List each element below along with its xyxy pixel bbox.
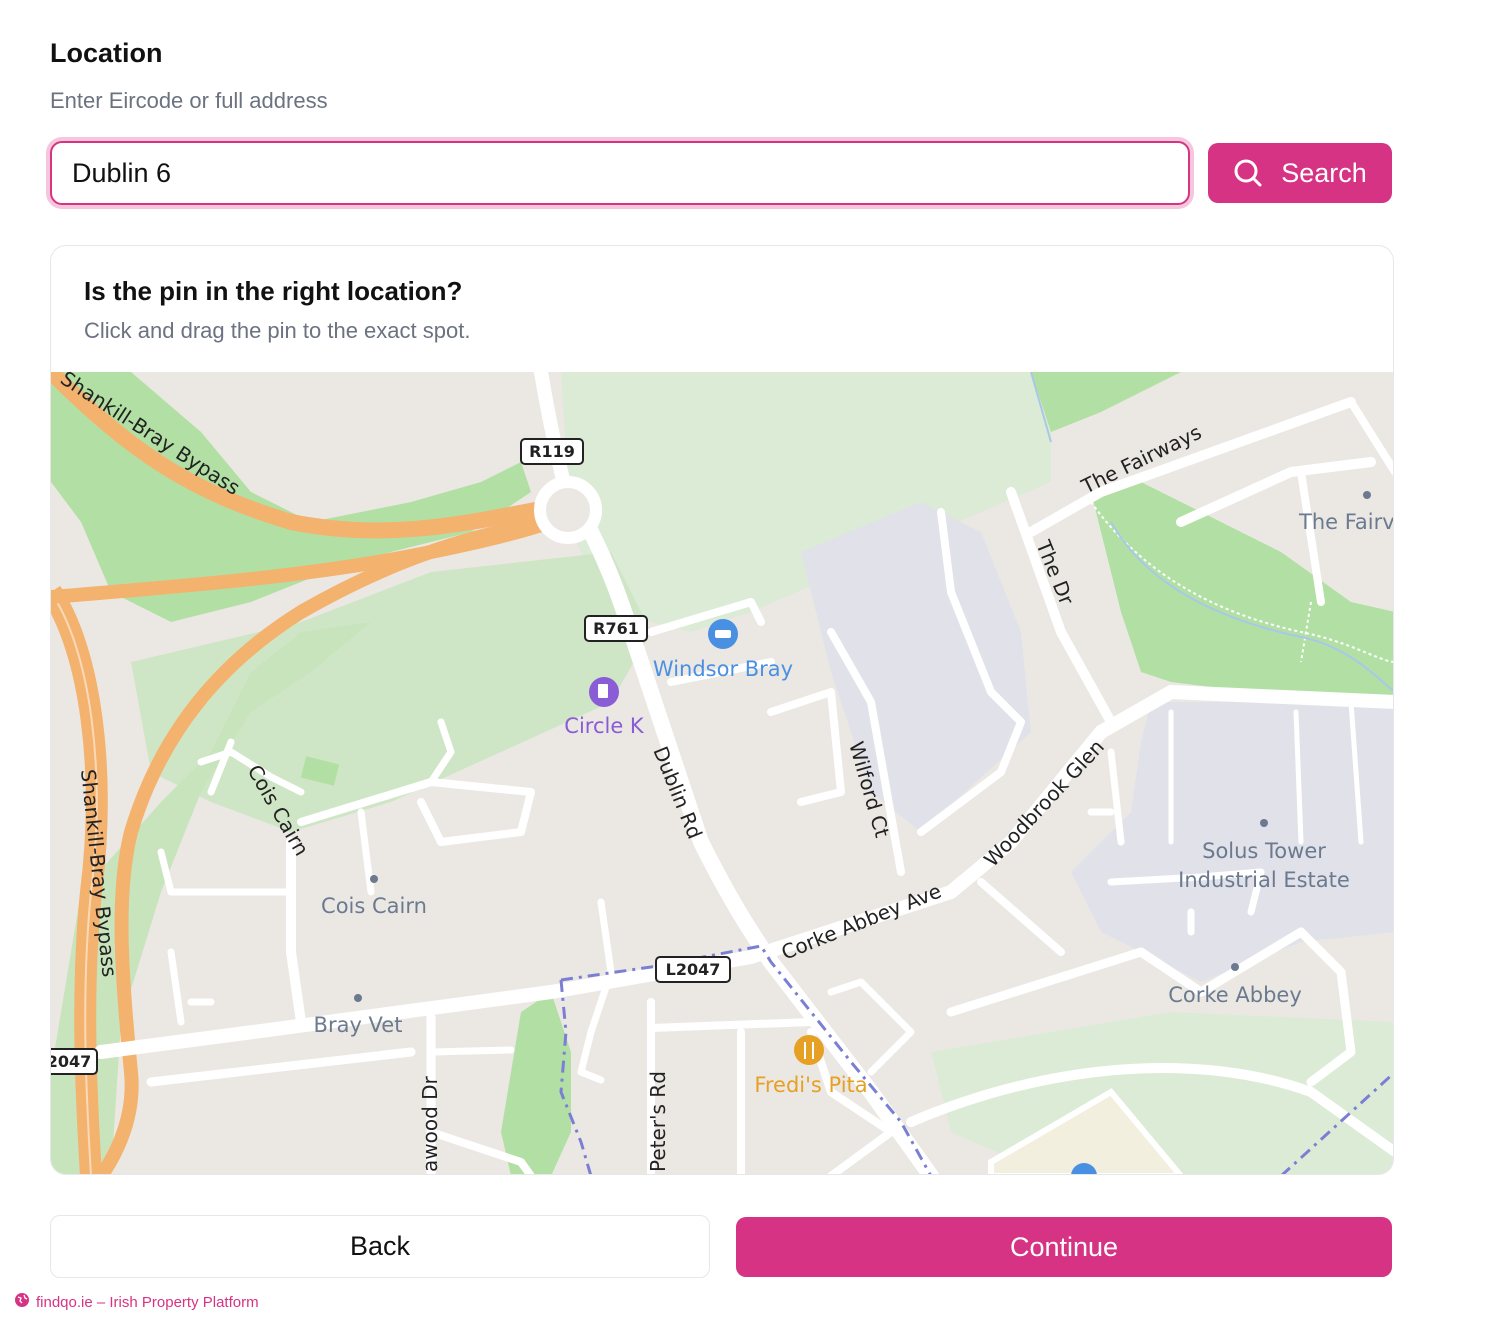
location-title: Location — [50, 38, 163, 68]
place-the-fairways: The Fairv — [1298, 510, 1394, 534]
place-dot — [1260, 819, 1268, 827]
place-cois-cairn: Cois Cairn — [321, 894, 427, 918]
globe-icon — [14, 1292, 30, 1312]
footer: findqo.ie – Irish Property Platform — [14, 1292, 259, 1312]
road-label-peters-rd: Peter's Rd — [646, 1071, 670, 1172]
search-button-label: Search — [1281, 157, 1367, 188]
continue-button[interactable]: Continue — [736, 1217, 1392, 1277]
place-solus-tower-line1: Solus Tower — [1202, 839, 1326, 863]
place-dot — [370, 875, 378, 883]
poi-fredis-pita-label: Fredi's Pita — [754, 1073, 867, 1097]
place-bray-vet: Bray Vet — [314, 1013, 403, 1037]
footer-link[interactable]: findqo.ie – Irish Property Platform — [36, 1294, 259, 1311]
poi-circle-k-label: Circle K — [564, 714, 645, 738]
search-input-focus-ring — [46, 137, 1194, 209]
restaurant-icon — [794, 1035, 824, 1065]
route-badge-l2047-left-label: 2047 — [51, 1052, 91, 1071]
search-button[interactable]: Search — [1208, 143, 1392, 203]
place-dot — [1363, 491, 1371, 499]
place-dot — [354, 994, 362, 1002]
place-corke-abbey: Corke Abbey — [1168, 983, 1302, 1007]
map-card-subtitle: Click and drag the pin to the exact spot… — [84, 318, 471, 343]
route-badge-l2047-label: L2047 — [666, 960, 721, 979]
place-dot — [1231, 963, 1239, 971]
map-road — [427, 1046, 515, 1056]
map-card-title: Is the pin in the right location? — [84, 276, 463, 306]
road-label-seawood-dr: awood Dr — [418, 1075, 442, 1172]
search-icon — [1233, 158, 1263, 188]
map-card: Is the pin in the right location? Click … — [50, 245, 1394, 1175]
route-badge-r761-label: R761 — [593, 619, 639, 638]
location-subtitle: Enter Eircode or full address — [50, 88, 328, 113]
location-map[interactable]: Shankill-Bray Bypass Shankill-Bray Bypas… — [51, 372, 1394, 1174]
back-button[interactable]: Back — [50, 1215, 710, 1278]
place-solus-tower-line2: Industrial Estate — [1178, 868, 1350, 892]
location-search-input[interactable] — [50, 141, 1190, 205]
route-badge-r119-label: R119 — [529, 442, 575, 461]
poi-windsor-bray-label: Windsor Bray — [653, 657, 793, 681]
